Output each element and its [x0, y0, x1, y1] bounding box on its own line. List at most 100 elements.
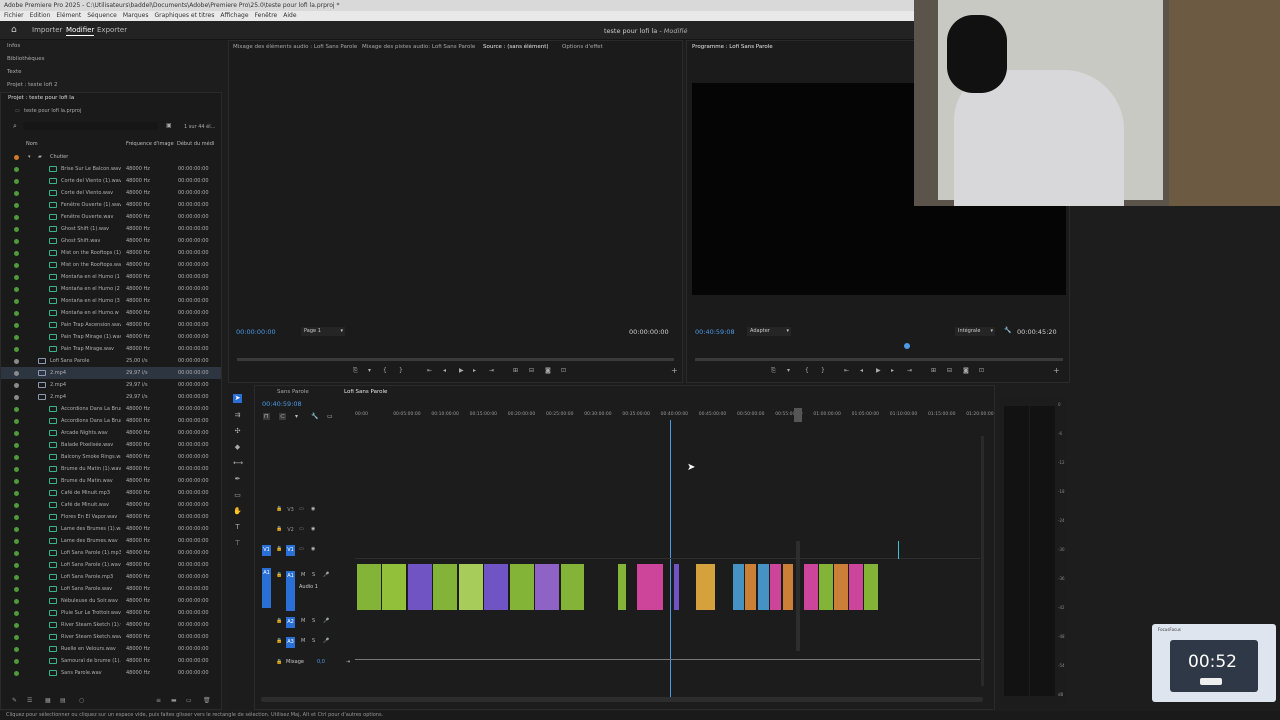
audio-clip[interactable]: [769, 564, 782, 610]
insert-icon[interactable]: ⎘: [353, 367, 358, 375]
menu-item[interactable]: Fichier: [4, 12, 24, 19]
project-item-row[interactable]: Café de Minuit.wav 48000 Hz 00:00:00:00: [1, 499, 221, 511]
audio-clip[interactable]: [833, 564, 848, 610]
project-item-row[interactable]: Mist on the Rooftops (1) 48000 Hz 00:00:00…: [1, 247, 221, 259]
menu-item[interactable]: Fenêtre: [255, 12, 278, 19]
audio-clip[interactable]: [457, 564, 483, 610]
project-item-row[interactable]: Samouraï de brume (1).wav 48000 Hz 00:00:0…: [1, 655, 221, 667]
tab-modifier[interactable]: Modifier: [66, 26, 95, 36]
go-to-in-icon[interactable]: ⇤: [427, 367, 432, 374]
project-item-row[interactable]: Ghost Shift (1).wav 48000 Hz 00:00:00:00: [1, 223, 221, 235]
project-item-row[interactable]: Lofi Sans Parole.wav 48000 Hz 00:00:00:00: [1, 583, 221, 595]
project-item-row[interactable]: Lofi Sans Parole (1).wav 48000 Hz 00:00:00…: [1, 559, 221, 571]
column-rate[interactable]: Fréquence d'image: [126, 141, 174, 147]
lift-icon[interactable]: ⎘: [771, 367, 776, 375]
search-icon[interactable]: ⌕: [13, 122, 17, 131]
pencil-icon[interactable]: ✎: [12, 697, 17, 704]
audio-clip[interactable]: [756, 564, 769, 610]
camera-icon[interactable]: ◙: [545, 367, 551, 374]
tab-projet-lofi2[interactable]: Projet : teste lofi 2: [0, 79, 225, 92]
project-item-row[interactable]: Ghost Shift.wav 48000 Hz 00:00:00:00: [1, 235, 221, 247]
bin-icon[interactable]: ▣: [166, 122, 172, 129]
project-item-row[interactable]: Fenêtre Ouverte.wav 48000 Hz 00:00:00:00: [1, 211, 221, 223]
zoom-slider-handle[interactable]: ○: [79, 697, 84, 704]
selection-tool-icon[interactable]: ➤: [233, 394, 242, 403]
project-item-row[interactable]: 2.mp4 29,97 i/s 00:00:00:00: [1, 367, 221, 379]
quality-select[interactable]: Intégrale ▾: [955, 327, 995, 336]
project-item-row[interactable]: Pain Trap Mirage (1).wav 48000 Hz 00:00:00…: [1, 331, 221, 343]
mark-in-icon[interactable]: {: [383, 367, 387, 374]
razor-icon[interactable]: ◆: [233, 443, 242, 452]
audio-clip[interactable]: [406, 564, 432, 610]
tab-bibliotheques[interactable]: Bibliothèques: [0, 53, 225, 66]
tab-infos[interactable]: Infos: [0, 40, 225, 53]
column-start[interactable]: Début du médi: [177, 141, 214, 147]
project-item-row[interactable]: Lame des Brumes.wav 48000 Hz 00:00:00:00: [1, 535, 221, 547]
project-item-row[interactable]: Sans Parole.wav 48000 Hz 00:00:00:00: [1, 667, 221, 679]
audio-clip[interactable]: [559, 564, 585, 610]
go-to-out-icon[interactable]: ⇥: [907, 367, 912, 374]
audio-clip[interactable]: [695, 564, 715, 610]
go-to-in-icon[interactable]: ⇤: [844, 367, 849, 374]
search-input[interactable]: [23, 122, 158, 130]
project-item-row[interactable]: Accordions Dans La Brume 48000 Hz 00:00:00…: [1, 415, 221, 427]
menu-item[interactable]: Aide: [283, 12, 296, 19]
audio-clip[interactable]: [818, 564, 833, 610]
hand-icon[interactable]: ✋: [233, 507, 242, 516]
audio-clip[interactable]: [673, 564, 679, 610]
project-item-row[interactable]: Ruelle en Velours.wav 48000 Hz 00:00:00:00: [1, 643, 221, 655]
mark-in-icon[interactable]: {: [805, 367, 809, 374]
tab-exporter[interactable]: Exporter: [97, 26, 127, 34]
source-timecode-in[interactable]: 00:00:00:00: [236, 328, 276, 336]
wrench-icon[interactable]: 🔧: [1004, 327, 1011, 334]
caption-icon[interactable]: ⊤: [233, 539, 242, 548]
project-item-row[interactable]: Montaña en el Humo.w 48000 Hz 00:00:00:00: [1, 307, 221, 319]
add-button-icon[interactable]: +: [671, 366, 678, 375]
timer-button[interactable]: [1200, 678, 1222, 685]
tab-effect-options[interactable]: Options d'effet: [562, 44, 603, 50]
project-item-row[interactable]: Balade Pixelisée.wav 48000 Hz 00:00:00:00: [1, 439, 221, 451]
menu-item[interactable]: Affichage: [220, 12, 248, 19]
project-item-row[interactable]: Corte del Viento.wav 48000 Hz 00:00:00:00: [1, 187, 221, 199]
program-timecode[interactable]: 00:40:59:08: [695, 328, 735, 336]
folder-row[interactable]: ▾ ▰ Chutier: [1, 151, 221, 163]
tab-program[interactable]: Programme : Lofi Sans Parole: [692, 44, 773, 50]
tab-importer[interactable]: Importer: [32, 26, 62, 34]
project-item-row[interactable]: Nébuleuse du Soir.wav 48000 Hz 00:00:00:00: [1, 595, 221, 607]
step-forward-icon[interactable]: ▸: [473, 367, 476, 374]
play-icon[interactable]: ▶: [459, 367, 464, 374]
audio-clip[interactable]: [508, 564, 534, 610]
go-to-out-icon[interactable]: ⇥: [489, 367, 494, 374]
project-item-row[interactable]: Corte del Viento (1).wav 48000 Hz 00:00:00…: [1, 175, 221, 187]
home-icon[interactable]: ⌂: [11, 25, 17, 35]
audio-clip[interactable]: [534, 564, 560, 610]
pen-icon[interactable]: ✒: [233, 475, 242, 484]
project-item-row[interactable]: Café de Minuit.mp3 48000 Hz 00:00:00:00: [1, 487, 221, 499]
type-icon[interactable]: T: [233, 523, 242, 532]
project-item-row[interactable]: Lame des Brumes (1).wav 48000 Hz 00:00:00:…: [1, 523, 221, 535]
audio-clip[interactable]: [863, 564, 878, 610]
project-item-row[interactable]: Mist on the Rooftops.wa 48000 Hz 00:00:00:…: [1, 259, 221, 271]
settings-icon[interactable]: ⊡: [561, 367, 566, 374]
icon-view-icon[interactable]: ▦: [45, 697, 51, 704]
project-item-row[interactable]: 2.mp4 29,97 i/s 00:00:00:00: [1, 379, 221, 391]
settings-icon[interactable]: ⊡: [979, 367, 984, 374]
tab-audio-track-mixer[interactable]: Mixage des pistes audio: Lofi Sans Parol…: [362, 44, 475, 50]
project-item-row[interactable]: Montaña en el Humo (3 48000 Hz 00:00:00:00: [1, 295, 221, 307]
page-select[interactable]: Page 1 ▾: [301, 327, 345, 336]
menu-item[interactable]: Marques: [123, 12, 149, 19]
audio-clip[interactable]: [636, 564, 663, 610]
extract-icon[interactable]: ⊟: [947, 367, 952, 374]
audio-clip[interactable]: [432, 564, 458, 610]
step-forward-icon[interactable]: ▸: [891, 367, 894, 374]
step-back-icon[interactable]: ◂: [860, 367, 863, 374]
program-scrubber[interactable]: [695, 358, 1063, 361]
project-item-row[interactable]: Montaña en el Humo (2 48000 Hz 00:00:00:00: [1, 283, 221, 295]
overwrite-icon[interactable]: ⊟: [529, 367, 534, 374]
marker-icon[interactable]: ▾: [368, 367, 371, 374]
new-item-icon[interactable]: ▭: [186, 697, 192, 704]
project-item-row[interactable]: Brume du Matin.wav 48000 Hz 00:00:00:00: [1, 475, 221, 487]
tab-source[interactable]: Source : (sans élément): [483, 44, 549, 50]
rectangle-icon[interactable]: ▭: [233, 491, 242, 500]
project-item-row[interactable]: River Steam Sketch.wav 48000 Hz 00:00:00:0…: [1, 631, 221, 643]
